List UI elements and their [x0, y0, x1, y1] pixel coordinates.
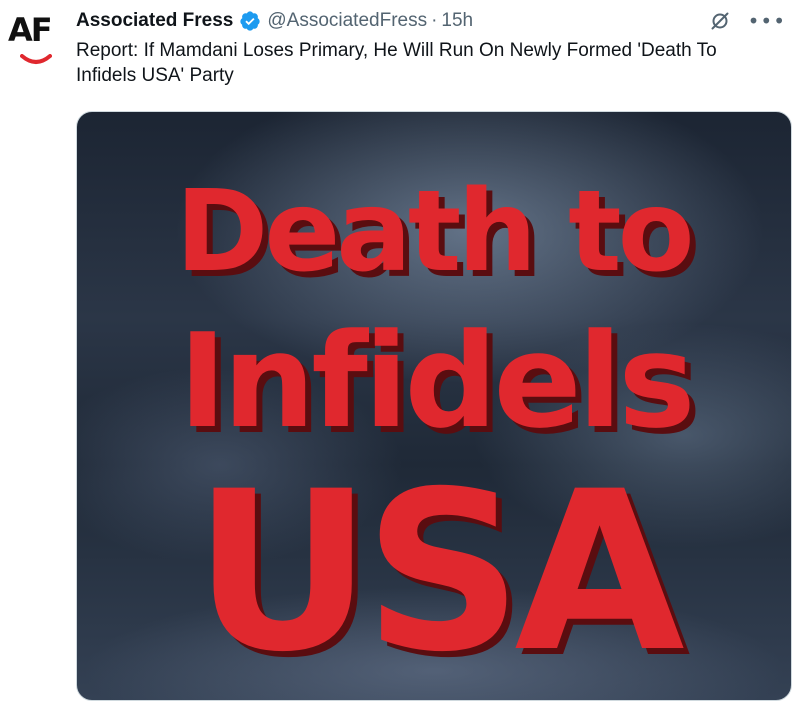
tweet-header: Associated Fress @AssociatedFress · 15h … — [76, 8, 786, 34]
avatar-smile-icon — [20, 54, 52, 64]
separator-dot: · — [431, 10, 438, 31]
tweet-text: Report: If Mamdani Loses Primary, He Wil… — [76, 40, 717, 86]
header-actions: ••• — [710, 8, 786, 34]
headline-graphic: Death to Death to Infidels Infidels USA … — [175, 167, 701, 700]
display-name[interactable]: Associated Fress — [76, 10, 233, 32]
verified-badge-icon[interactable] — [239, 10, 261, 32]
grok-icon[interactable] — [710, 11, 730, 31]
headline-line-2: Infidels — [178, 305, 691, 457]
handle[interactable]: @AssociatedFress — [267, 10, 427, 32]
headline-line-3: USA — [193, 444, 684, 700]
more-icon[interactable]: ••• — [748, 11, 786, 31]
tweet-image[interactable]: Death to Death to Infidels Infidels USA … — [76, 111, 792, 701]
avatar-logo-text: AF — [8, 11, 53, 49]
timestamp[interactable]: 15h — [441, 10, 473, 32]
headline-line-1: Death to — [175, 167, 690, 297]
avatar[interactable]: AF — [8, 10, 58, 66]
